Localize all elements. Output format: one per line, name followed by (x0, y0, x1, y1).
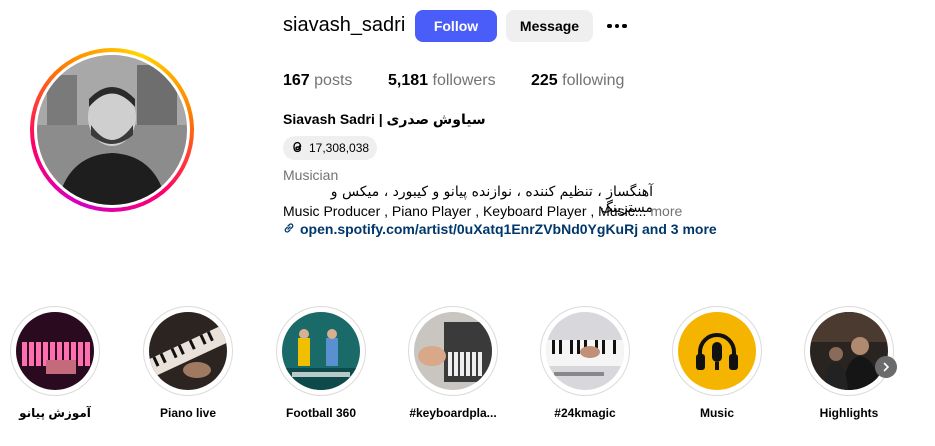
highlight-item[interactable]: #24kmagic (540, 306, 630, 420)
following-stat[interactable]: 225 following (531, 72, 624, 90)
ellipsis-icon[interactable] (604, 14, 630, 38)
link-icon (283, 221, 295, 237)
profile-category: Musician (283, 167, 339, 183)
followers-label: followers (432, 72, 496, 89)
highlight-label: #keyboardpla... (409, 406, 497, 420)
followers-count: 5,181 (388, 72, 429, 89)
bio-more-link[interactable]: more (650, 203, 682, 219)
highlight-item[interactable]: Music (672, 306, 762, 420)
threads-badge[interactable]: 17,308,038 (283, 136, 378, 160)
threads-icon (291, 140, 304, 157)
highlight-cover (810, 312, 888, 390)
highlight-item[interactable]: Football 360 (276, 306, 366, 420)
highlight-item[interactable]: Piano live (143, 306, 233, 420)
external-link[interactable]: open.spotify.com/artist/0uXatq1EnrZVbNd0… (283, 221, 717, 237)
profile-avatar[interactable] (30, 48, 194, 212)
follow-button[interactable]: Follow (415, 10, 497, 42)
profile-username: siavash_sadri (283, 14, 406, 36)
bio-english: Music Producer , Piano Player , Keyboard… (283, 203, 647, 219)
posts-label: posts (314, 72, 353, 89)
highlight-label: Piano live (159, 406, 217, 420)
bio-english-line: Music Producer , Piano Player , Keyboard… (283, 203, 682, 219)
followers-stat[interactable]: 5,181 followers (388, 72, 496, 90)
highlight-item[interactable]: #keyboardpla... (408, 306, 498, 420)
posts-count: 167 (283, 72, 310, 89)
posts-stat: 167 posts (283, 72, 352, 90)
highlight-cover (282, 312, 360, 390)
highlight-label: #24kmagic (554, 406, 616, 420)
following-count: 225 (531, 72, 558, 89)
profile-full-name: Siavash Sadri | سیاوش صدری (283, 111, 486, 127)
highlight-label: آموزش پیانو (19, 406, 91, 420)
highlight-cover (546, 312, 624, 390)
highlight-cover (678, 312, 756, 390)
highlight-cover (414, 312, 492, 390)
highlight-cover (149, 312, 227, 390)
avatar-photo (37, 55, 187, 205)
threads-count: 17,308,038 (309, 141, 370, 155)
highlight-label: Football 360 (285, 406, 356, 420)
message-button[interactable]: Message (506, 10, 593, 42)
highlight-cover (16, 312, 94, 390)
highlight-item[interactable]: آموزش پیانو (10, 306, 100, 420)
chevron-right-icon[interactable] (875, 356, 897, 378)
highlight-label: Highlights (819, 406, 879, 420)
link-text: open.spotify.com/artist/0uXatq1EnrZVbNd0… (300, 221, 717, 237)
highlight-label: Music (699, 406, 734, 420)
following-label: following (562, 72, 625, 89)
